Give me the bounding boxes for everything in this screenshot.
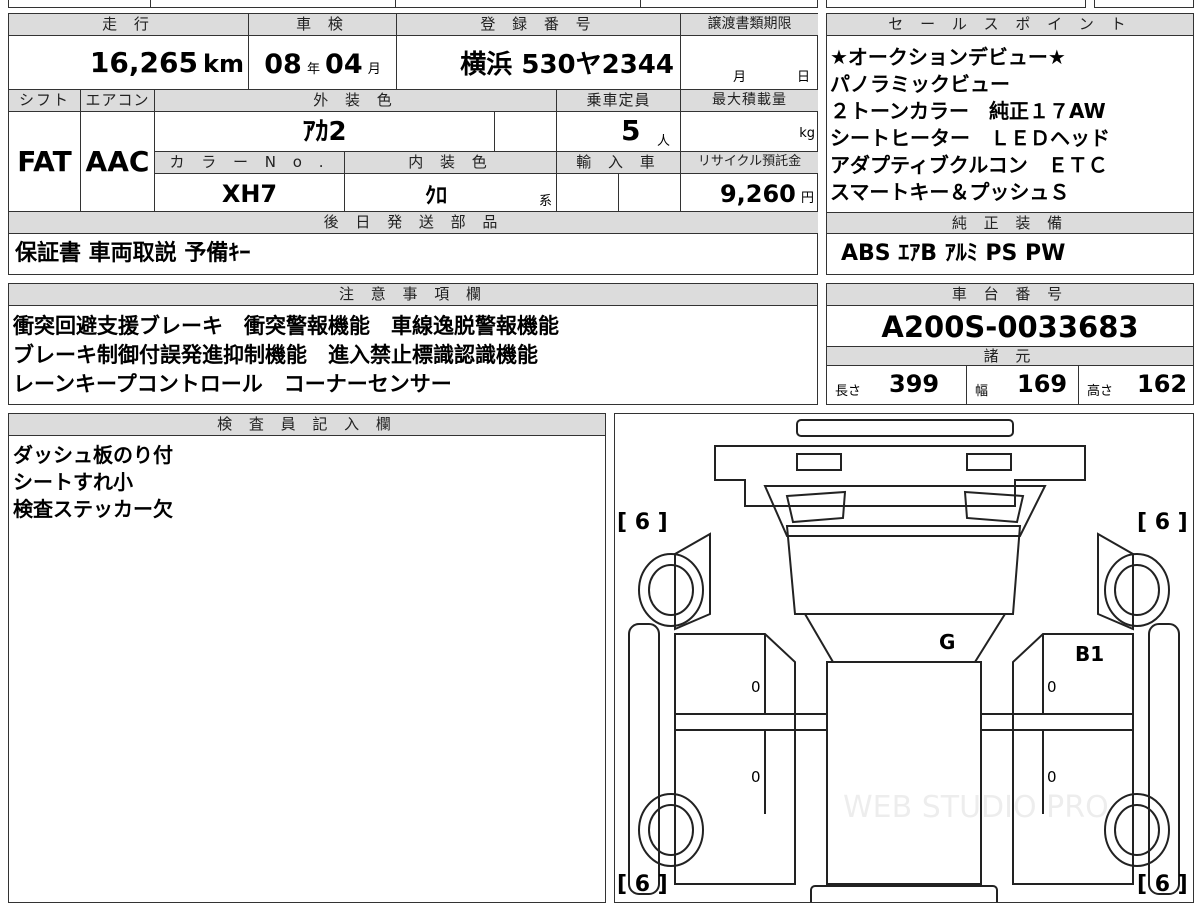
- exterior-color-value: ｱｶ2: [155, 112, 495, 152]
- genuine-equipment-value: ABS ｴｱB ｱﾙﾐ PS PW: [841, 241, 1066, 266]
- door-mark: B1: [1075, 642, 1105, 666]
- inspector-note: 検査ステッカー欠: [13, 497, 173, 521]
- header-specs: 諸 元: [827, 346, 1193, 366]
- inspect-year: 08: [264, 49, 302, 80]
- note-line: ブレーキ制御付誤発進抑制機能 進入禁止標識認識機能: [13, 343, 538, 367]
- interior-color-value: ｸﾛ 系: [345, 174, 557, 212]
- watermark: WEB STUDIO PRO: [843, 790, 1109, 825]
- sales-point: ★オークションデビュー★: [830, 45, 1066, 69]
- chassis-number: A200S-0033683: [881, 310, 1139, 344]
- sales-point: スマートキー＆プッシュＳ: [830, 180, 1070, 204]
- header-sales-points: セ ー ル ス ポ イ ン ト: [827, 14, 1193, 36]
- note-line: 衝突回避支援ブレーキ 衝突警報機能 車線逸脱警報機能: [13, 314, 559, 338]
- inspector-note: シートすれ小: [13, 470, 133, 494]
- capacity-unit: 人: [657, 134, 671, 149]
- import-value-2: [619, 174, 681, 212]
- inspect-month: 04: [325, 49, 363, 80]
- recycle-unit: 円: [800, 191, 814, 206]
- shift-value: FAT: [9, 112, 81, 212]
- car-diagram: [628, 419, 1180, 902]
- sales-points-list: ★オークションデビュー★ パノラミックビュー ２トーンカラー 純正１７AW シー…: [830, 44, 1192, 206]
- inspector-notes-list: ダッシュ板のり付 シートすれ小 検査ステッカー欠: [13, 442, 593, 523]
- header-inspector: 検 査 員 記 入 欄: [9, 414, 605, 436]
- left-front-zero: 0: [751, 678, 761, 696]
- inspection-value: 08 年 04 月: [249, 36, 397, 90]
- header-aircon: エアコン: [81, 90, 155, 112]
- notes-list: 衝突回避支援ブレーキ 衝突警報機能 車線逸脱警報機能 ブレーキ制御付誤発進抑制機…: [13, 312, 813, 399]
- tire-rear-left: [ 6 ]: [617, 872, 668, 897]
- length-value: 399: [889, 370, 940, 398]
- exterior-color-extra: [495, 112, 557, 152]
- max-load-value: kg: [681, 112, 818, 152]
- tire-rear-right: [ 6 ]: [1137, 872, 1188, 897]
- capacity-number: 5: [621, 114, 641, 147]
- recycle-number: 9,260: [719, 180, 796, 208]
- right-rear-zero: 0: [1047, 768, 1057, 786]
- interior-color-text: ｸﾛ: [425, 184, 448, 209]
- later-parts-value: 保証書 車両取説 予備ｷｰ: [15, 241, 251, 266]
- header-later-parts: 後 日 発 送 部 品: [9, 212, 818, 234]
- capacity-value: 5 人: [557, 112, 681, 152]
- header-genuine-equipment: 純 正 装 備: [827, 212, 1193, 234]
- header-mileage: 走 行: [9, 14, 249, 36]
- mileage-number: 16,265: [89, 46, 198, 79]
- interior-suffix: 系: [538, 194, 552, 209]
- car-diagram-panel: [ 6 ] [ 6 ] [ 6 ] [ 6 ] G B1 0 0 0 0 WEB…: [614, 413, 1194, 903]
- inspector-note: ダッシュ板のり付: [13, 443, 173, 467]
- mileage-value: 16,265 km: [9, 36, 249, 90]
- sales-point: アダプティブクルコン ＥＴＣ: [830, 153, 1108, 177]
- chassis-panel: 車 台 番 号 A200S-0033683 諸 元 長さ 399 幅 169 高…: [826, 283, 1194, 405]
- spec-height: 高さ 162: [1079, 366, 1193, 404]
- year-label: 年: [306, 62, 320, 77]
- length-label: 長さ: [835, 384, 862, 399]
- sales-point: パノラミックビュー: [830, 72, 1010, 96]
- spec-width: 幅 169: [967, 366, 1079, 404]
- header-capacity: 乗車定員: [557, 90, 681, 112]
- sales-point: シートヒーター ＬＥＤヘッド: [830, 126, 1110, 150]
- header-transfer-deadline: 譲渡書類期限: [681, 14, 818, 36]
- height-label: 高さ: [1087, 384, 1114, 399]
- deadline-month: 月: [733, 70, 747, 85]
- recycle-value: 9,260 円: [681, 174, 818, 212]
- aircon-value: AAC: [81, 112, 155, 212]
- header-shift: シフト: [9, 90, 81, 112]
- sales-points-panel: セ ー ル ス ポ イ ン ト ★オークションデビュー★ パノラミックビュー ２…: [826, 13, 1194, 275]
- header-recycle: リサイクル預託金: [681, 152, 818, 174]
- color-no-value: XH7: [155, 174, 345, 212]
- note-line: レーンキープコントロール コーナーセンサー: [13, 372, 452, 396]
- header-import: 輸 入 車: [557, 152, 681, 174]
- width-value: 169: [1017, 370, 1068, 398]
- mileage-unit: km: [203, 50, 244, 78]
- header-exterior-color: 外 装 色: [155, 90, 557, 112]
- header-chassis: 車 台 番 号: [827, 284, 1193, 306]
- notes-panel: 注 意 事 項 欄 衝突回避支援ブレーキ 衝突警報機能 車線逸脱警報機能 ブレー…: [8, 283, 818, 405]
- header-max-load: 最大積載量: [681, 90, 818, 112]
- header-notes: 注 意 事 項 欄: [9, 284, 817, 306]
- deadline-day: 日: [797, 70, 811, 85]
- right-front-zero: 0: [1047, 678, 1057, 696]
- header-color-no: カ ラ ー N o .: [155, 152, 345, 174]
- vehicle-info-table: 走 行 車 検 登 録 番 号 譲渡書類期限 16,265 km 08 年 04…: [8, 13, 818, 275]
- deadline-value: 月 日: [681, 36, 818, 90]
- import-value: [557, 174, 619, 212]
- sales-point: ２トーンカラー 純正１７AW: [830, 99, 1106, 123]
- tire-front-left: [ 6 ]: [617, 510, 668, 535]
- header-inspection: 車 検: [249, 14, 397, 36]
- height-value: 162: [1137, 370, 1188, 398]
- registration-value: 横浜 530ヤ2344: [397, 36, 681, 90]
- header-interior-color: 内 装 色: [345, 152, 557, 174]
- header-registration: 登 録 番 号: [397, 14, 681, 36]
- top-strip: [0, 0, 1200, 8]
- inspector-panel: 検 査 員 記 入 欄 ダッシュ板のり付 シートすれ小 検査ステッカー欠: [8, 413, 606, 903]
- windshield-mark: G: [939, 630, 956, 654]
- max-load-unit: kg: [799, 126, 815, 141]
- month-label: 月: [367, 62, 381, 77]
- left-rear-zero: 0: [751, 768, 761, 786]
- tire-front-right: [ 6 ]: [1137, 510, 1188, 535]
- width-label: 幅: [975, 384, 989, 399]
- spec-length: 長さ 399: [827, 366, 967, 404]
